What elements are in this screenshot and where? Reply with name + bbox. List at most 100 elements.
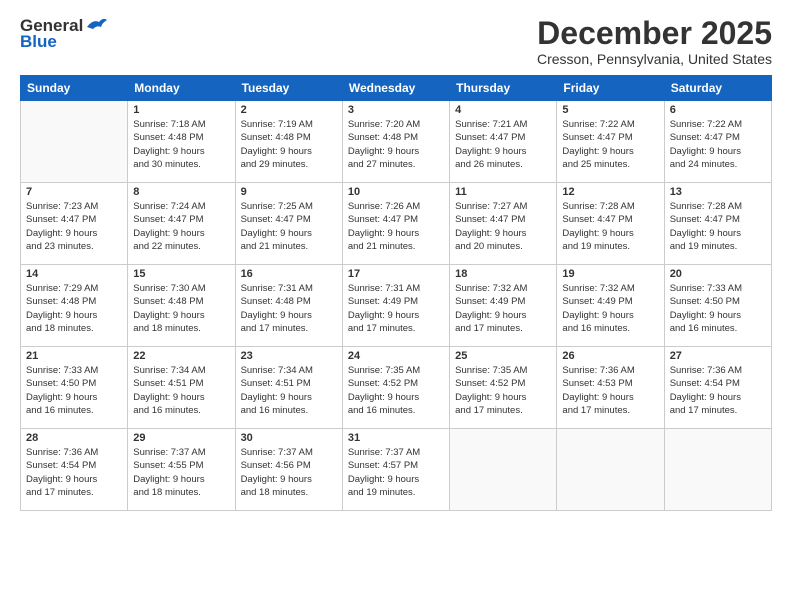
day-cell: 7 Sunrise: 7:23 AM Sunset: 4:47 PM Daylig… (21, 183, 128, 265)
day-number: 2 (241, 104, 337, 116)
day-cell: 2Sunrise: 7:19 AM Sunset: 4:48 PM Daylig… (235, 101, 342, 183)
day-number: 3 (348, 104, 444, 116)
day-info: Sunrise: 7:20 AM Sunset: 4:48 PM Dayligh… (348, 118, 444, 171)
day-cell: 27 Sunrise: 7:36 AM Sunset: 4:54 PM Dayli… (664, 347, 771, 429)
col-saturday: Saturday (664, 76, 771, 101)
day-info: Sunrise: 7:37 AM Sunset: 4:56 PM Dayligh… (241, 446, 337, 499)
week-row-4: 21 Sunrise: 7:33 AM Sunset: 4:50 PM Dayli… (21, 347, 772, 429)
day-info: Sunrise: 7:21 AM Sunset: 4:47 PM Dayligh… (455, 118, 551, 171)
col-monday: Monday (128, 76, 235, 101)
day-info: Sunrise: 7:33 AM Sunset: 4:50 PM Dayligh… (670, 282, 766, 335)
day-cell: 24 Sunrise: 7:35 AM Sunset: 4:52 PM Dayli… (342, 347, 449, 429)
day-cell: 14 Sunrise: 7:29 AM Sunset: 4:48 PM Dayli… (21, 265, 128, 347)
day-number: 1 (133, 104, 229, 116)
day-cell: 8 Sunrise: 7:24 AM Sunset: 4:47 PM Daylig… (128, 183, 235, 265)
day-cell: 29 Sunrise: 7:37 AM Sunset: 4:55 PM Dayli… (128, 429, 235, 511)
day-number: 14 (26, 268, 122, 280)
day-number: 29 (133, 432, 229, 444)
day-info: Sunrise: 7:33 AM Sunset: 4:50 PM Dayligh… (26, 364, 122, 417)
day-number: 30 (241, 432, 337, 444)
day-info: Sunrise: 7:36 AM Sunset: 4:53 PM Dayligh… (562, 364, 658, 417)
day-info: Sunrise: 7:24 AM Sunset: 4:47 PM Dayligh… (133, 200, 229, 253)
day-info: Sunrise: 7:28 AM Sunset: 4:47 PM Dayligh… (562, 200, 658, 253)
day-number: 26 (562, 350, 658, 362)
day-number: 4 (455, 104, 551, 116)
day-number: 31 (348, 432, 444, 444)
day-info: Sunrise: 7:18 AM Sunset: 4:48 PM Dayligh… (133, 118, 229, 171)
day-number: 28 (26, 432, 122, 444)
day-cell: 19 Sunrise: 7:32 AM Sunset: 4:49 PM Dayli… (557, 265, 664, 347)
day-number: 16 (241, 268, 337, 280)
col-sunday: Sunday (21, 76, 128, 101)
day-number: 13 (670, 186, 766, 198)
title-block: December 2025 Cresson, Pennsylvania, Uni… (537, 16, 772, 67)
day-info: Sunrise: 7:35 AM Sunset: 4:52 PM Dayligh… (348, 364, 444, 417)
day-number: 22 (133, 350, 229, 362)
col-tuesday: Tuesday (235, 76, 342, 101)
day-cell: 25 Sunrise: 7:35 AM Sunset: 4:52 PM Dayli… (450, 347, 557, 429)
day-info: Sunrise: 7:28 AM Sunset: 4:47 PM Dayligh… (670, 200, 766, 253)
day-info: Sunrise: 7:31 AM Sunset: 4:48 PM Dayligh… (241, 282, 337, 335)
day-cell: 23 Sunrise: 7:34 AM Sunset: 4:51 PM Dayli… (235, 347, 342, 429)
day-info: Sunrise: 7:34 AM Sunset: 4:51 PM Dayligh… (133, 364, 229, 417)
week-row-2: 7 Sunrise: 7:23 AM Sunset: 4:47 PM Daylig… (21, 183, 772, 265)
day-number: 15 (133, 268, 229, 280)
day-number: 20 (670, 268, 766, 280)
day-number: 10 (348, 186, 444, 198)
day-info: Sunrise: 7:26 AM Sunset: 4:47 PM Dayligh… (348, 200, 444, 253)
day-cell: 9 Sunrise: 7:25 AM Sunset: 4:47 PM Daylig… (235, 183, 342, 265)
day-info: Sunrise: 7:32 AM Sunset: 4:49 PM Dayligh… (562, 282, 658, 335)
day-cell: 18Sunrise: 7:32 AM Sunset: 4:49 PM Dayli… (450, 265, 557, 347)
day-number: 6 (670, 104, 766, 116)
day-cell: 13 Sunrise: 7:28 AM Sunset: 4:47 PM Dayli… (664, 183, 771, 265)
day-cell: 5 Sunrise: 7:22 AM Sunset: 4:47 PM Daylig… (557, 101, 664, 183)
col-friday: Friday (557, 76, 664, 101)
day-cell: 12 Sunrise: 7:28 AM Sunset: 4:47 PM Dayli… (557, 183, 664, 265)
day-number: 11 (455, 186, 551, 198)
day-number: 12 (562, 186, 658, 198)
calendar-table: Sunday Monday Tuesday Wednesday Thursday… (20, 75, 772, 511)
month-title: December 2025 (537, 16, 772, 51)
day-number: 24 (348, 350, 444, 362)
day-cell (450, 429, 557, 511)
day-cell (664, 429, 771, 511)
day-info: Sunrise: 7:29 AM Sunset: 4:48 PM Dayligh… (26, 282, 122, 335)
day-number: 7 (26, 186, 122, 198)
day-number: 9 (241, 186, 337, 198)
day-info: Sunrise: 7:32 AM Sunset: 4:49 PM Dayligh… (455, 282, 551, 335)
day-cell: 6Sunrise: 7:22 AM Sunset: 4:47 PM Daylig… (664, 101, 771, 183)
day-cell: 1 Sunrise: 7:18 AM Sunset: 4:48 PM Daylig… (128, 101, 235, 183)
day-info: Sunrise: 7:37 AM Sunset: 4:55 PM Dayligh… (133, 446, 229, 499)
day-number: 21 (26, 350, 122, 362)
day-info: Sunrise: 7:36 AM Sunset: 4:54 PM Dayligh… (26, 446, 122, 499)
day-number: 23 (241, 350, 337, 362)
day-number: 8 (133, 186, 229, 198)
day-info: Sunrise: 7:30 AM Sunset: 4:48 PM Dayligh… (133, 282, 229, 335)
day-info: Sunrise: 7:34 AM Sunset: 4:51 PM Dayligh… (241, 364, 337, 417)
header: General Blue December 2025 Cresson, Penn… (20, 16, 772, 67)
week-row-3: 14 Sunrise: 7:29 AM Sunset: 4:48 PM Dayli… (21, 265, 772, 347)
day-cell: 15 Sunrise: 7:30 AM Sunset: 4:48 PM Dayli… (128, 265, 235, 347)
day-info: Sunrise: 7:22 AM Sunset: 4:47 PM Dayligh… (562, 118, 658, 171)
day-cell: 17Sunrise: 7:31 AM Sunset: 4:49 PM Dayli… (342, 265, 449, 347)
day-info: Sunrise: 7:35 AM Sunset: 4:52 PM Dayligh… (455, 364, 551, 417)
day-cell: 30 Sunrise: 7:37 AM Sunset: 4:56 PM Dayli… (235, 429, 342, 511)
day-number: 19 (562, 268, 658, 280)
day-info: Sunrise: 7:27 AM Sunset: 4:47 PM Dayligh… (455, 200, 551, 253)
page: General Blue December 2025 Cresson, Penn… (0, 0, 792, 612)
day-cell: 16 Sunrise: 7:31 AM Sunset: 4:48 PM Dayli… (235, 265, 342, 347)
day-info: Sunrise: 7:25 AM Sunset: 4:47 PM Dayligh… (241, 200, 337, 253)
day-info: Sunrise: 7:37 AM Sunset: 4:57 PM Dayligh… (348, 446, 444, 499)
week-row-1: 1 Sunrise: 7:18 AM Sunset: 4:48 PM Daylig… (21, 101, 772, 183)
day-cell: 31 Sunrise: 7:37 AM Sunset: 4:57 PM Dayli… (342, 429, 449, 511)
day-number: 27 (670, 350, 766, 362)
day-info: Sunrise: 7:31 AM Sunset: 4:49 PM Dayligh… (348, 282, 444, 335)
day-info: Sunrise: 7:23 AM Sunset: 4:47 PM Dayligh… (26, 200, 122, 253)
day-number: 5 (562, 104, 658, 116)
day-info: Sunrise: 7:36 AM Sunset: 4:54 PM Dayligh… (670, 364, 766, 417)
day-cell: 11 Sunrise: 7:27 AM Sunset: 4:47 PM Dayli… (450, 183, 557, 265)
day-number: 25 (455, 350, 551, 362)
col-wednesday: Wednesday (342, 76, 449, 101)
day-cell: 21 Sunrise: 7:33 AM Sunset: 4:50 PM Dayli… (21, 347, 128, 429)
day-cell: 4 Sunrise: 7:21 AM Sunset: 4:47 PM Daylig… (450, 101, 557, 183)
